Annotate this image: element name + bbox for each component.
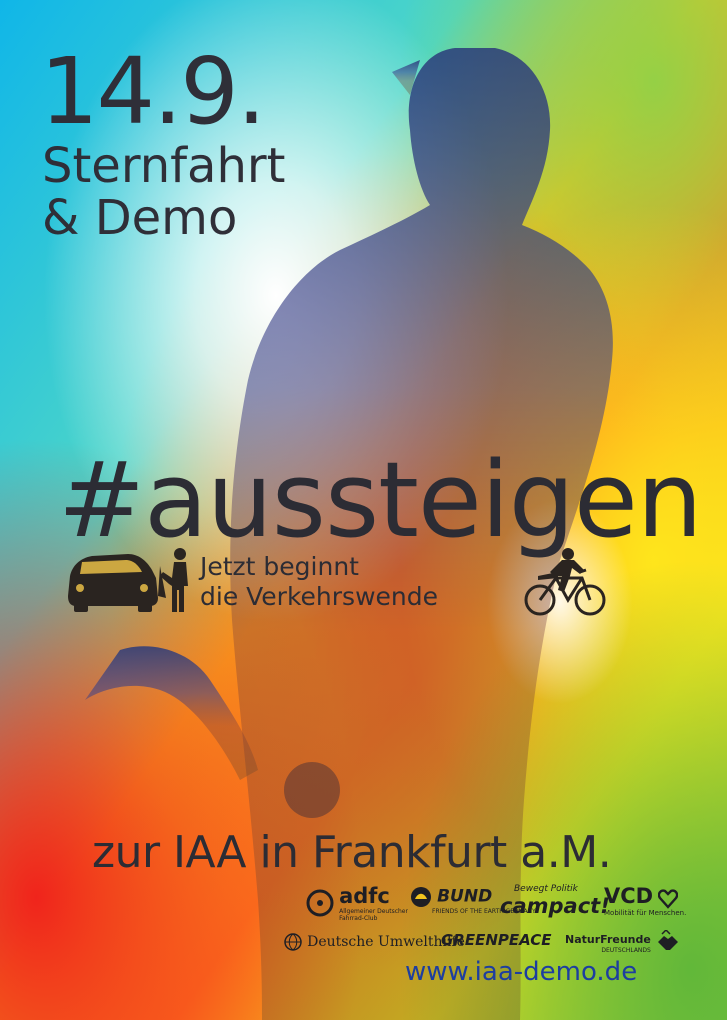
bund-name: BUND — [437, 886, 493, 907]
destination-headline: zur IAA in Frankfurt a.M. — [92, 827, 612, 878]
globe-icon — [284, 932, 302, 951]
cyclist-icon — [524, 548, 606, 616]
naturfreunde-logo: NaturFreunde DEUTSCHLANDS — [565, 928, 680, 954]
campact-logo: Bewegt Politik campact! — [500, 884, 610, 918]
vcd-subtitle: Mobilität für Menschen. — [604, 908, 687, 917]
adfc-logo: adfc Allgemeiner Deutscher Fahrrad-Club — [306, 884, 408, 922]
campact-slogan: Bewegt Politik — [514, 884, 578, 894]
poster: 14.9. Sternfahrt & Demo #aussteigen Jetz… — [0, 0, 727, 1020]
headline-sternfahrt: Sternfahrt — [42, 138, 286, 194]
headline-demo: & Demo — [42, 190, 238, 246]
car-with-person-icon — [68, 548, 188, 612]
vcd-logo: VCD Mobilität für Menschen. — [604, 884, 686, 918]
greenpeace-logo: GREENPEACE — [441, 930, 552, 949]
bund-emblem-icon — [411, 887, 431, 907]
naturfreunde-name: NaturFreunde — [565, 933, 651, 946]
adfc-name: adfc — [339, 884, 390, 908]
handshake-icon — [657, 930, 678, 950]
adfc-subtitle-2: Fahrrad-Club — [339, 915, 378, 922]
greenpeace-name: GREENPEACE — [441, 931, 552, 949]
website-url[interactable]: www.iaa-demo.de — [405, 955, 637, 989]
naturfreunde-subtitle: DEUTSCHLANDS — [601, 947, 651, 954]
duh-logo: Deutsche Umwelthilfe — [284, 931, 465, 951]
adfc-wheel-icon — [306, 889, 334, 917]
vcd-name: VCD — [604, 884, 654, 908]
tagline-line2: die Verkehrswende — [200, 582, 439, 611]
tagline-line1: Jetzt beginnt — [200, 552, 359, 581]
adfc-subtitle-1: Allgemeiner Deutscher — [339, 908, 408, 915]
campaign-hashtag: #aussteigen — [58, 439, 703, 561]
campact-name: campact! — [500, 894, 610, 918]
event-date: 14.9. — [40, 38, 266, 145]
vcd-heart-icon — [658, 888, 679, 909]
